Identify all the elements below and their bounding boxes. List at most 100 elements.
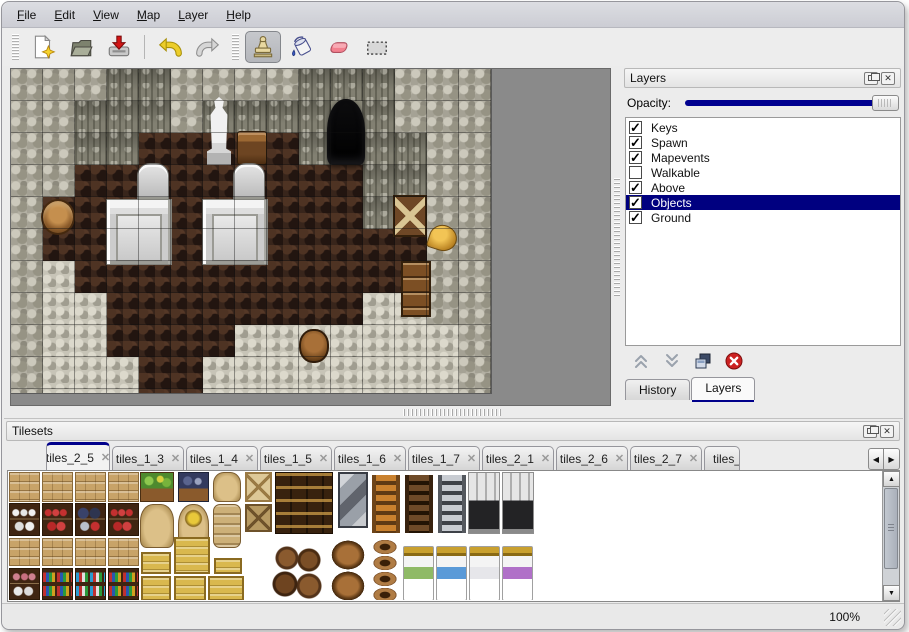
save-button[interactable] — [101, 31, 137, 63]
float-panel-button[interactable] — [863, 425, 877, 438]
scroll-down-button[interactable]: ▼ — [883, 585, 900, 601]
tab-close-icon[interactable]: ✕ — [171, 452, 180, 465]
tileset-tab-tiles_2_6[interactable]: tiles_2_6✕ — [556, 446, 628, 470]
tileset-tile-crate-yellow[interactable] — [208, 576, 244, 600]
tileset-tile-wood-top[interactable] — [75, 472, 106, 502]
tab-close-icon[interactable]: ✕ — [467, 452, 476, 465]
new-file-button[interactable] — [25, 31, 61, 63]
delete-layer-button[interactable] — [723, 351, 745, 371]
tileset-tile-sack-top[interactable] — [213, 472, 241, 502]
map-canvas[interactable] — [11, 69, 492, 394]
tileset-tile-wood-top[interactable] — [42, 538, 73, 566]
tileset-tile-bed-purple[interactable] — [502, 546, 533, 600]
tileset-tab-tiles_2_5[interactable]: tiles_2_5✕ — [46, 442, 110, 470]
layer-checkbox[interactable]: ✓ — [629, 181, 642, 194]
tab-layers[interactable]: Layers — [691, 377, 755, 400]
tab-close-icon[interactable]: ✕ — [689, 452, 698, 465]
close-panel-button[interactable]: ✕ — [880, 425, 894, 438]
opacity-slider[interactable] — [683, 95, 899, 111]
layer-checkbox[interactable] — [629, 166, 642, 179]
tileset-tile-crate-yellow-big[interactable] — [174, 537, 210, 574]
layer-row-objects[interactable]: ✓Objects — [626, 195, 900, 210]
tileset-tile-arch-left[interactable] — [468, 472, 500, 534]
tab-scroll-right-button[interactable]: ▶ — [884, 448, 900, 470]
tileset-tile-shelf-red[interactable] — [108, 503, 139, 536]
undo-button[interactable] — [152, 31, 188, 63]
tileset-tile-shelf-red[interactable] — [42, 503, 73, 536]
tileset-tile-navy-shelf[interactable] — [178, 472, 209, 502]
redo-button[interactable] — [190, 31, 226, 63]
layer-row-spawn[interactable]: ✓Spawn — [626, 135, 900, 150]
toolbar-drag-handle[interactable] — [232, 34, 239, 60]
scroll-up-button[interactable]: ▲ — [883, 471, 900, 487]
tileset-tile-ladder-orange[interactable] — [372, 475, 400, 533]
tileset-tile-ladder-dark[interactable] — [405, 475, 433, 533]
tab-close-icon[interactable]: ✕ — [393, 452, 402, 465]
tileset-tile-shelf-potions[interactable] — [75, 568, 106, 600]
toolbar-drag-handle[interactable] — [12, 34, 19, 60]
tileset-tile-crate-yellow-small[interactable] — [214, 558, 242, 574]
tileset-tab-tiles[interactable]: tiles_ — [704, 446, 740, 470]
tileset-content[interactable]: ▲ ▼ — [7, 470, 900, 602]
menu-layer[interactable]: Layer — [169, 4, 217, 26]
tileset-tile-shelf-pots[interactable] — [75, 503, 106, 536]
tileset-tab-tiles_2_7[interactable]: tiles_2_7✕ — [630, 446, 702, 470]
tileset-tile-shelf-dishes[interactable] — [9, 503, 40, 536]
tileset-tab-tiles_1_5[interactable]: tiles_1_5✕ — [260, 446, 332, 470]
tab-close-icon[interactable]: ✕ — [615, 452, 624, 465]
layer-row-above[interactable]: ✓Above — [626, 180, 900, 195]
layer-move-down-button[interactable] — [661, 351, 683, 371]
layer-move-up-button[interactable] — [630, 351, 652, 371]
layer-row-ground[interactable]: ✓Ground — [626, 210, 900, 225]
tileset-tab-tiles_1_3[interactable]: tiles_1_3✕ — [112, 446, 184, 470]
menu-help[interactable]: Help — [217, 4, 260, 26]
tab-close-icon[interactable]: ✕ — [245, 452, 254, 465]
tileset-tab-tiles_1_7[interactable]: tiles_1_7✕ — [408, 446, 480, 470]
float-panel-button[interactable] — [864, 72, 878, 85]
tileset-tile-wood-top[interactable] — [75, 538, 106, 566]
tileset-tile-bed-plain[interactable] — [469, 546, 500, 600]
tileset-tile-shelf-jars[interactable] — [9, 568, 40, 600]
tileset-tile-crate-x[interactable] — [245, 472, 272, 502]
tileset-tab-tiles_1_6[interactable]: tiles_1_6✕ — [334, 446, 406, 470]
tileset-tile-wood-top[interactable] — [9, 538, 40, 566]
tileset-tile-crate-x-dark[interactable] — [245, 504, 272, 532]
tab-scroll-left-button[interactable]: ◀ — [868, 448, 884, 470]
tileset-tile-wood-top[interactable] — [108, 538, 139, 566]
eraser-tool-button[interactable] — [321, 31, 357, 63]
tileset-tile-darkwood-shelf[interactable] — [275, 472, 333, 534]
tileset-tab-tiles_1_4[interactable]: tiles_1_4✕ — [186, 446, 258, 470]
opacity-slider-handle[interactable] — [872, 95, 899, 111]
tileset-tile-crate-yellow[interactable] — [141, 552, 171, 574]
tileset-tab-tiles_2_1[interactable]: tiles_2_1✕ — [482, 446, 554, 470]
tileset-tile-bed-blue[interactable] — [436, 546, 467, 600]
tileset-tile-wood-top[interactable] — [9, 472, 40, 502]
tileset-tile-arch-right[interactable] — [502, 472, 534, 534]
tileset-tile-barrel-pile[interactable] — [271, 544, 323, 600]
horizontal-splitter[interactable] — [2, 407, 904, 418]
tileset-tile-crate-yellow[interactable] — [141, 576, 171, 600]
tileset-tile-bed-green[interactable] — [403, 546, 434, 600]
map-viewport[interactable] — [10, 68, 611, 406]
tileset-tile-crate-yellow[interactable] — [174, 576, 206, 600]
tileset-tile-shelf-books[interactable] — [108, 568, 139, 600]
resize-grip[interactable] — [884, 609, 901, 626]
layer-checkbox[interactable]: ✓ — [629, 211, 642, 224]
tileset-tile-ladder-gray[interactable] — [438, 475, 466, 533]
stamp-tool-button[interactable] — [245, 31, 281, 63]
tileset-tile-plant-shelf[interactable] — [140, 472, 174, 502]
tab-close-icon[interactable]: ✕ — [319, 452, 328, 465]
menu-view[interactable]: View — [84, 4, 128, 26]
vertical-splitter[interactable] — [613, 68, 622, 406]
menu-file[interactable]: File — [8, 4, 45, 26]
menu-map[interactable]: Map — [128, 4, 169, 26]
tileset-tile-shelf-books[interactable] — [42, 568, 73, 600]
tileset-tile-steel-shelf[interactable] — [338, 472, 368, 528]
tab-history[interactable]: History — [625, 379, 690, 400]
layer-row-mapevents[interactable]: ✓Mapevents — [626, 150, 900, 165]
tileset-scrollbar[interactable]: ▲ ▼ — [882, 471, 899, 601]
tileset-tile-wood-top[interactable] — [42, 472, 73, 502]
layer-row-walkable[interactable]: Walkable — [626, 165, 900, 180]
menu-edit[interactable]: Edit — [45, 4, 84, 26]
layer-checkbox[interactable]: ✓ — [629, 196, 642, 209]
